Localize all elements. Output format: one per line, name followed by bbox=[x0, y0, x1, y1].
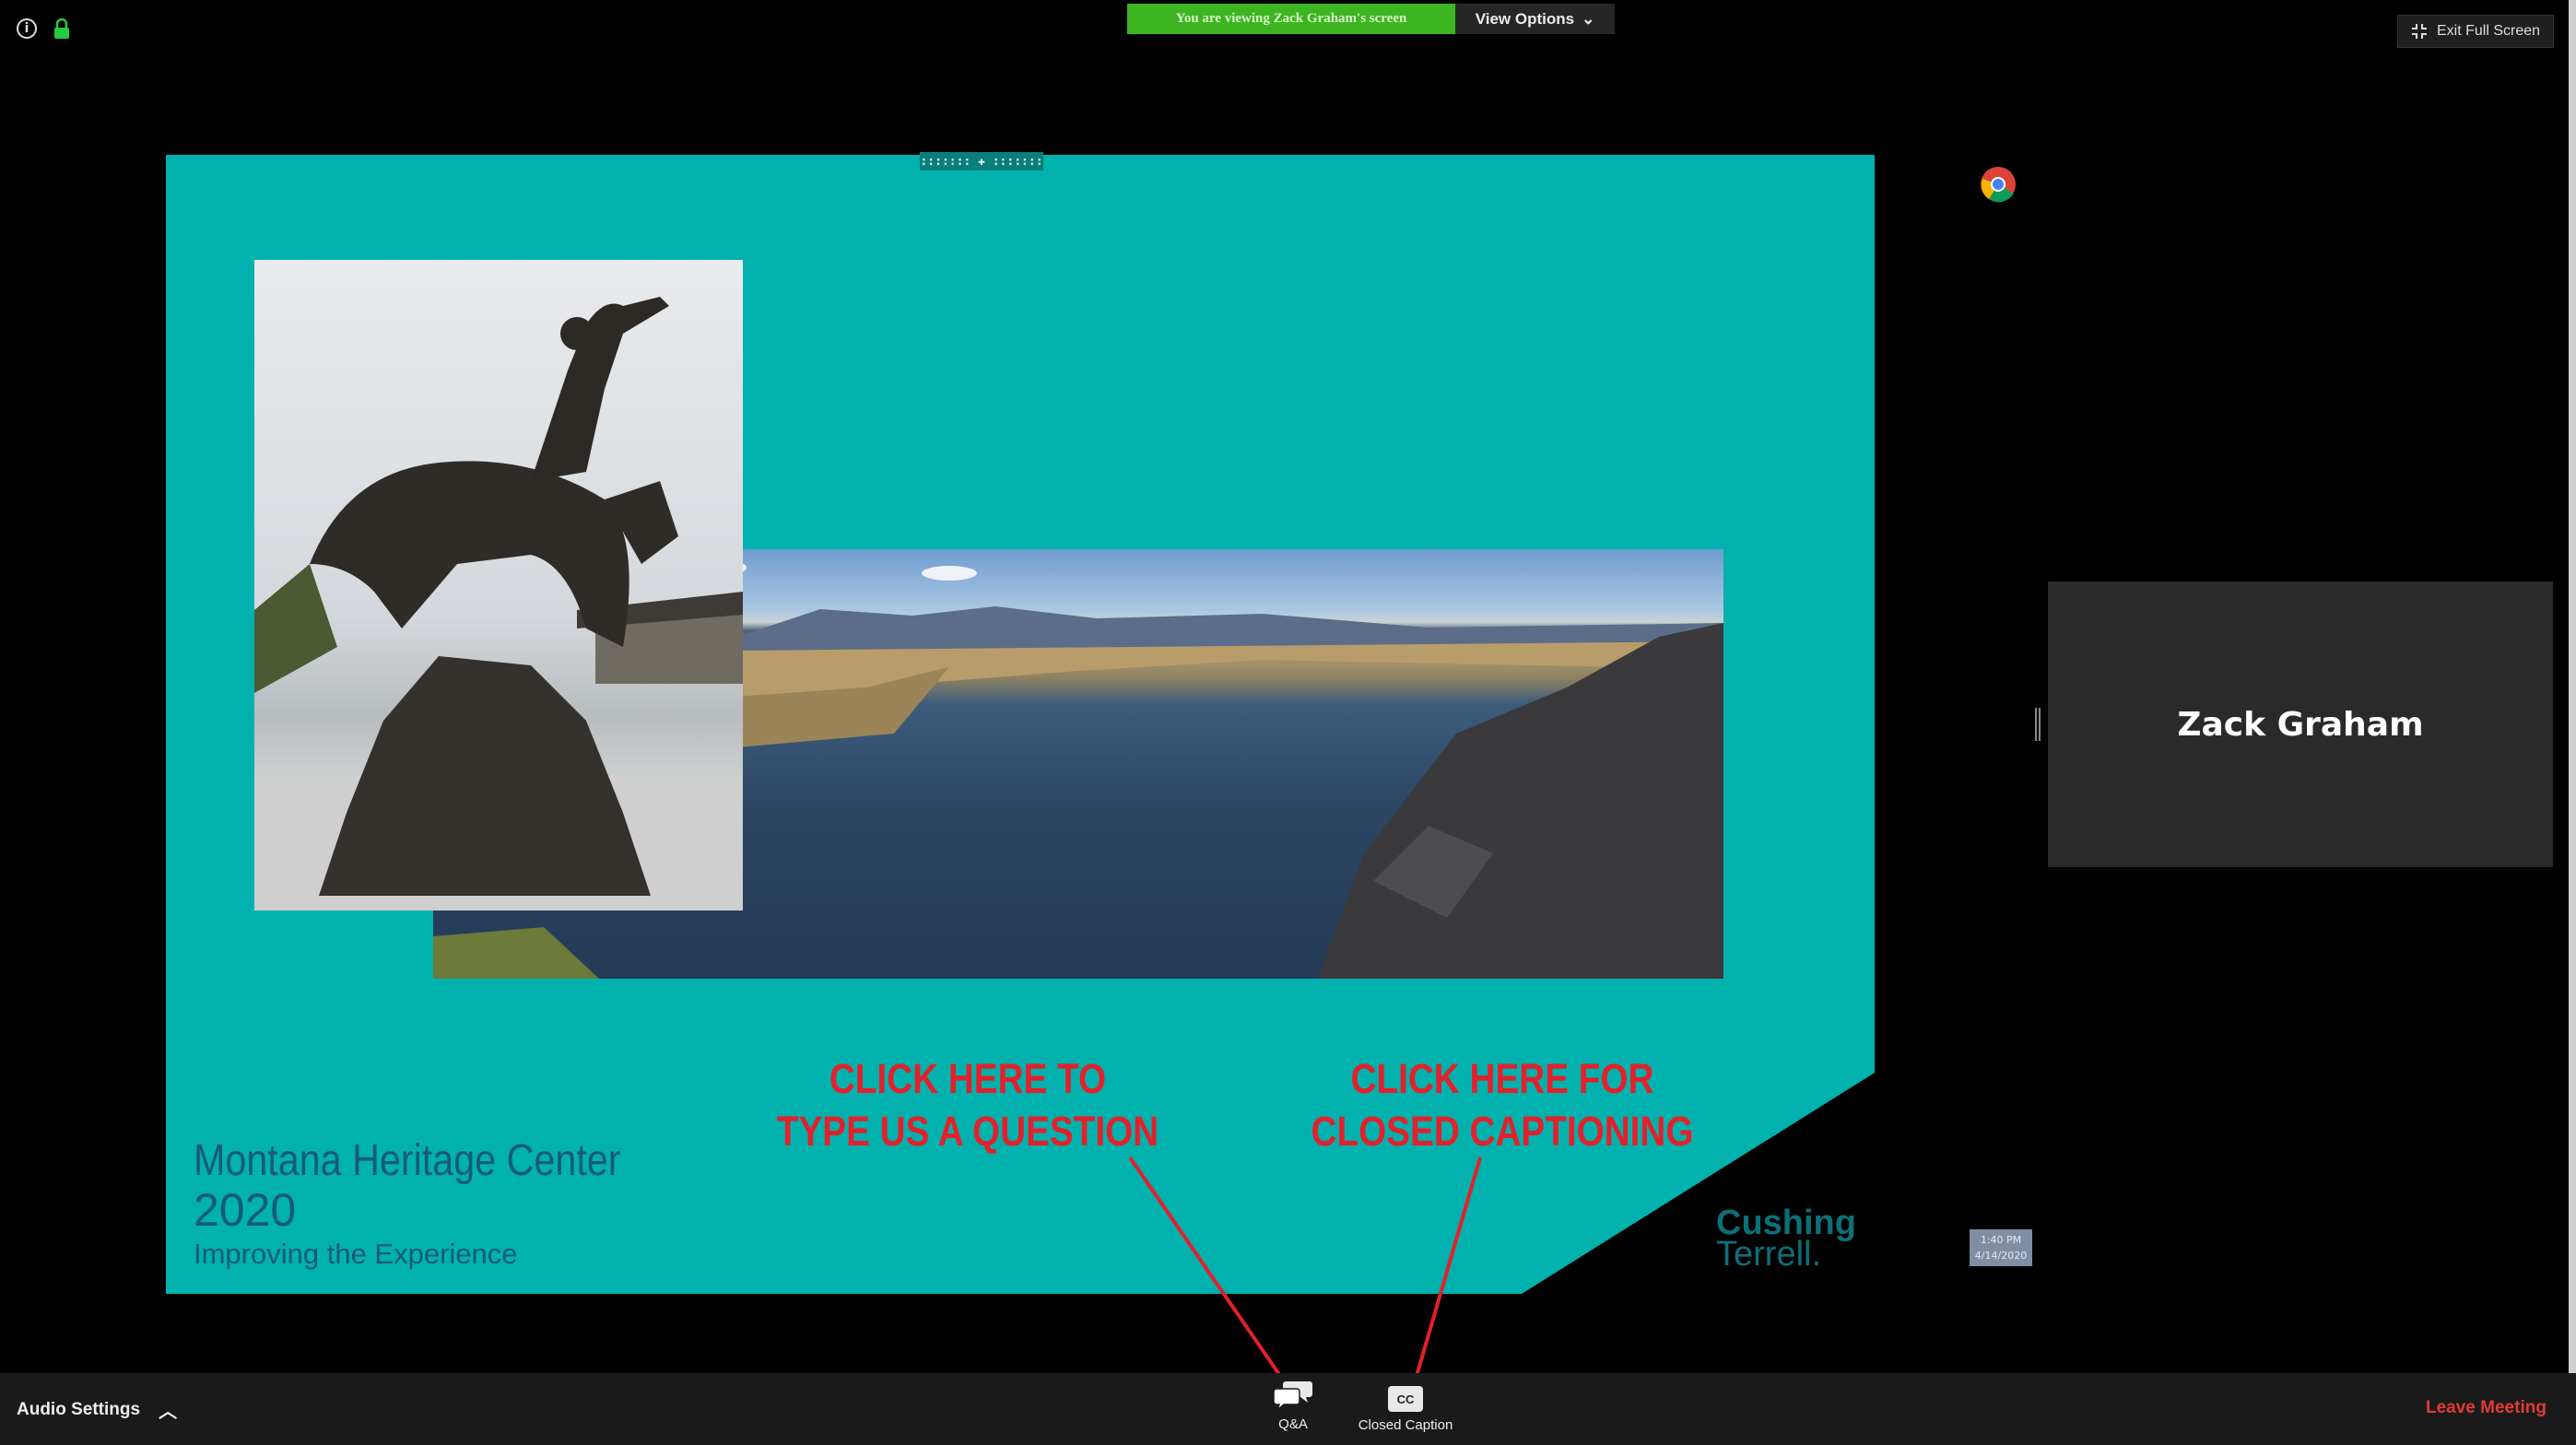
clock-date: 4/14/2020 bbox=[1974, 1250, 2028, 1262]
window-edge-scrollbar bbox=[2569, 0, 2576, 1373]
slide-subtitle: Improving the Experience bbox=[194, 1238, 518, 1270]
logo-line2: Terrell. bbox=[1716, 1235, 1822, 1274]
audio-settings-label: Audio Settings bbox=[17, 1399, 141, 1419]
qa-annotation-line2: TYPE US A QUESTION bbox=[776, 1108, 1159, 1155]
audio-settings-button[interactable]: Audio Settings ︿ bbox=[17, 1396, 177, 1423]
participant-video-tile[interactable]: Zack Graham bbox=[2048, 582, 2553, 867]
participant-name: Zack Graham bbox=[2177, 705, 2424, 744]
leave-meeting-button[interactable]: Leave Meeting bbox=[2426, 1398, 2547, 1418]
logo-line1: Cushing bbox=[1716, 1204, 1856, 1242]
screen-share-banner: You are viewing Zack Graham's screen bbox=[1127, 4, 1455, 34]
exit-full-screen-label: Exit Full Screen bbox=[2436, 23, 2541, 39]
system-clock: 1:40 PM 4/14/2020 bbox=[1970, 1229, 2032, 1266]
slide-title-line1: Montana Heritage Center bbox=[194, 1136, 621, 1185]
clock-time: 1:40 PM bbox=[1980, 1234, 2022, 1246]
caption-annotation: CLICK HERE FOR CLOSED CAPTIONING bbox=[1292, 1052, 1712, 1157]
qa-annotation-line1: CLICK HERE TO bbox=[829, 1055, 1107, 1102]
lock-icon[interactable] bbox=[53, 18, 70, 39]
exit-fullscreen-icon bbox=[2411, 24, 2427, 39]
exit-full-screen-button[interactable]: Exit Full Screen bbox=[2397, 15, 2554, 48]
chevron-down-icon: ⌄ bbox=[1582, 9, 1595, 28]
qa-button[interactable]: Q&A bbox=[1261, 1380, 1325, 1444]
chrome-icon[interactable] bbox=[1980, 166, 2017, 203]
bronze-horse-statue-photo bbox=[254, 260, 743, 910]
qa-label: Q&A bbox=[1278, 1416, 1308, 1432]
cushing-terrell-logo: Cushing Terrell. bbox=[1716, 1204, 1856, 1274]
view-options-button[interactable]: View Options ⌄ bbox=[1455, 4, 1615, 34]
share-drag-handle[interactable]: ::::::: ✚ ::::::: bbox=[920, 152, 1043, 170]
info-icon[interactable]: i bbox=[17, 18, 37, 39]
caption-annotation-line2: CLOSED CAPTIONING bbox=[1311, 1108, 1694, 1155]
closed-caption-button[interactable]: CC Closed Caption bbox=[1346, 1380, 1465, 1444]
qa-annotation: CLICK HERE TO TYPE US A QUESTION bbox=[770, 1052, 1166, 1157]
chevron-up-icon[interactable]: ︿ bbox=[159, 1396, 177, 1423]
panel-resize-handle[interactable] bbox=[2035, 708, 2041, 741]
closed-caption-label: Closed Caption bbox=[1358, 1417, 1453, 1433]
caption-annotation-line1: CLICK HERE FOR bbox=[1350, 1055, 1654, 1102]
view-options-label: View Options bbox=[1475, 9, 1575, 28]
qa-chat-icon bbox=[1273, 1381, 1312, 1411]
closed-caption-icon: CC bbox=[1388, 1386, 1423, 1412]
slide-title-line2: 2020 bbox=[194, 1184, 297, 1236]
